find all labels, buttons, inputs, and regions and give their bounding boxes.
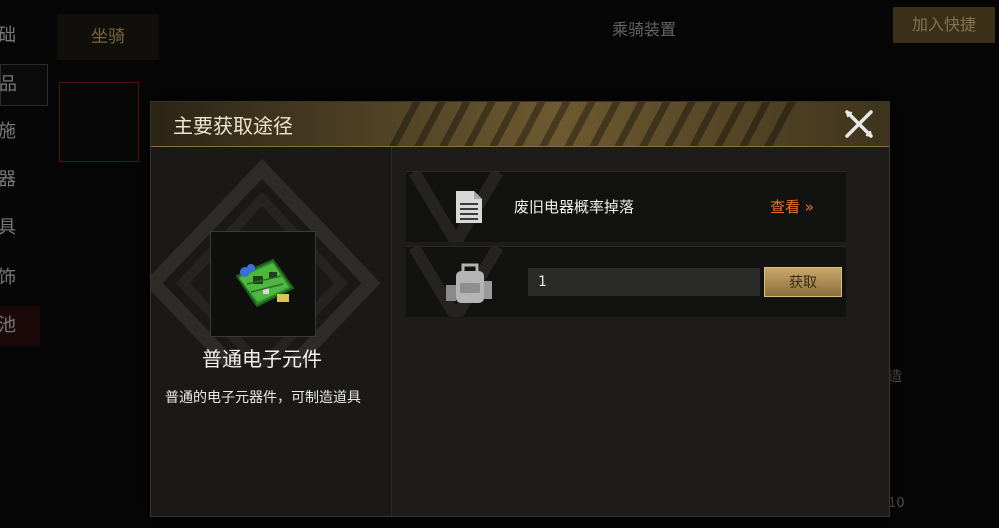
item-icon-frame bbox=[210, 231, 316, 337]
item-description: 普通的电子元器件，可制造道具 bbox=[165, 390, 361, 406]
item-info-panel: 普通电子元件 普通的电子元器件，可制造道具 bbox=[151, 147, 392, 516]
quantity-input[interactable] bbox=[528, 268, 760, 296]
view-link-label: 查看 bbox=[770, 198, 801, 216]
obtain-button[interactable]: 获取 bbox=[764, 267, 842, 297]
modal-title: 主要获取途径 bbox=[173, 114, 293, 138]
circuit-board-icon bbox=[235, 258, 295, 308]
document-icon bbox=[456, 191, 482, 223]
close-icon bbox=[845, 110, 873, 138]
close-button[interactable] bbox=[843, 108, 875, 140]
source-row-obtain: 获取 bbox=[406, 246, 846, 317]
backpack-icon bbox=[446, 263, 492, 303]
acquisition-modal: 主要获取途径 普通电子元件 普通的电子元器件，可制造道具 废旧电器概率掉落 查看… bbox=[150, 101, 890, 517]
item-name: 普通电子元件 bbox=[202, 347, 322, 371]
source-row-drop: 废旧电器概率掉落 查看 » bbox=[406, 171, 846, 242]
drop-source-text: 废旧电器概率掉落 bbox=[514, 198, 635, 216]
double-chevron-right-icon: » bbox=[804, 198, 814, 216]
view-link[interactable]: 查看 » bbox=[770, 196, 814, 217]
modal-header: 主要获取途径 bbox=[151, 102, 889, 147]
